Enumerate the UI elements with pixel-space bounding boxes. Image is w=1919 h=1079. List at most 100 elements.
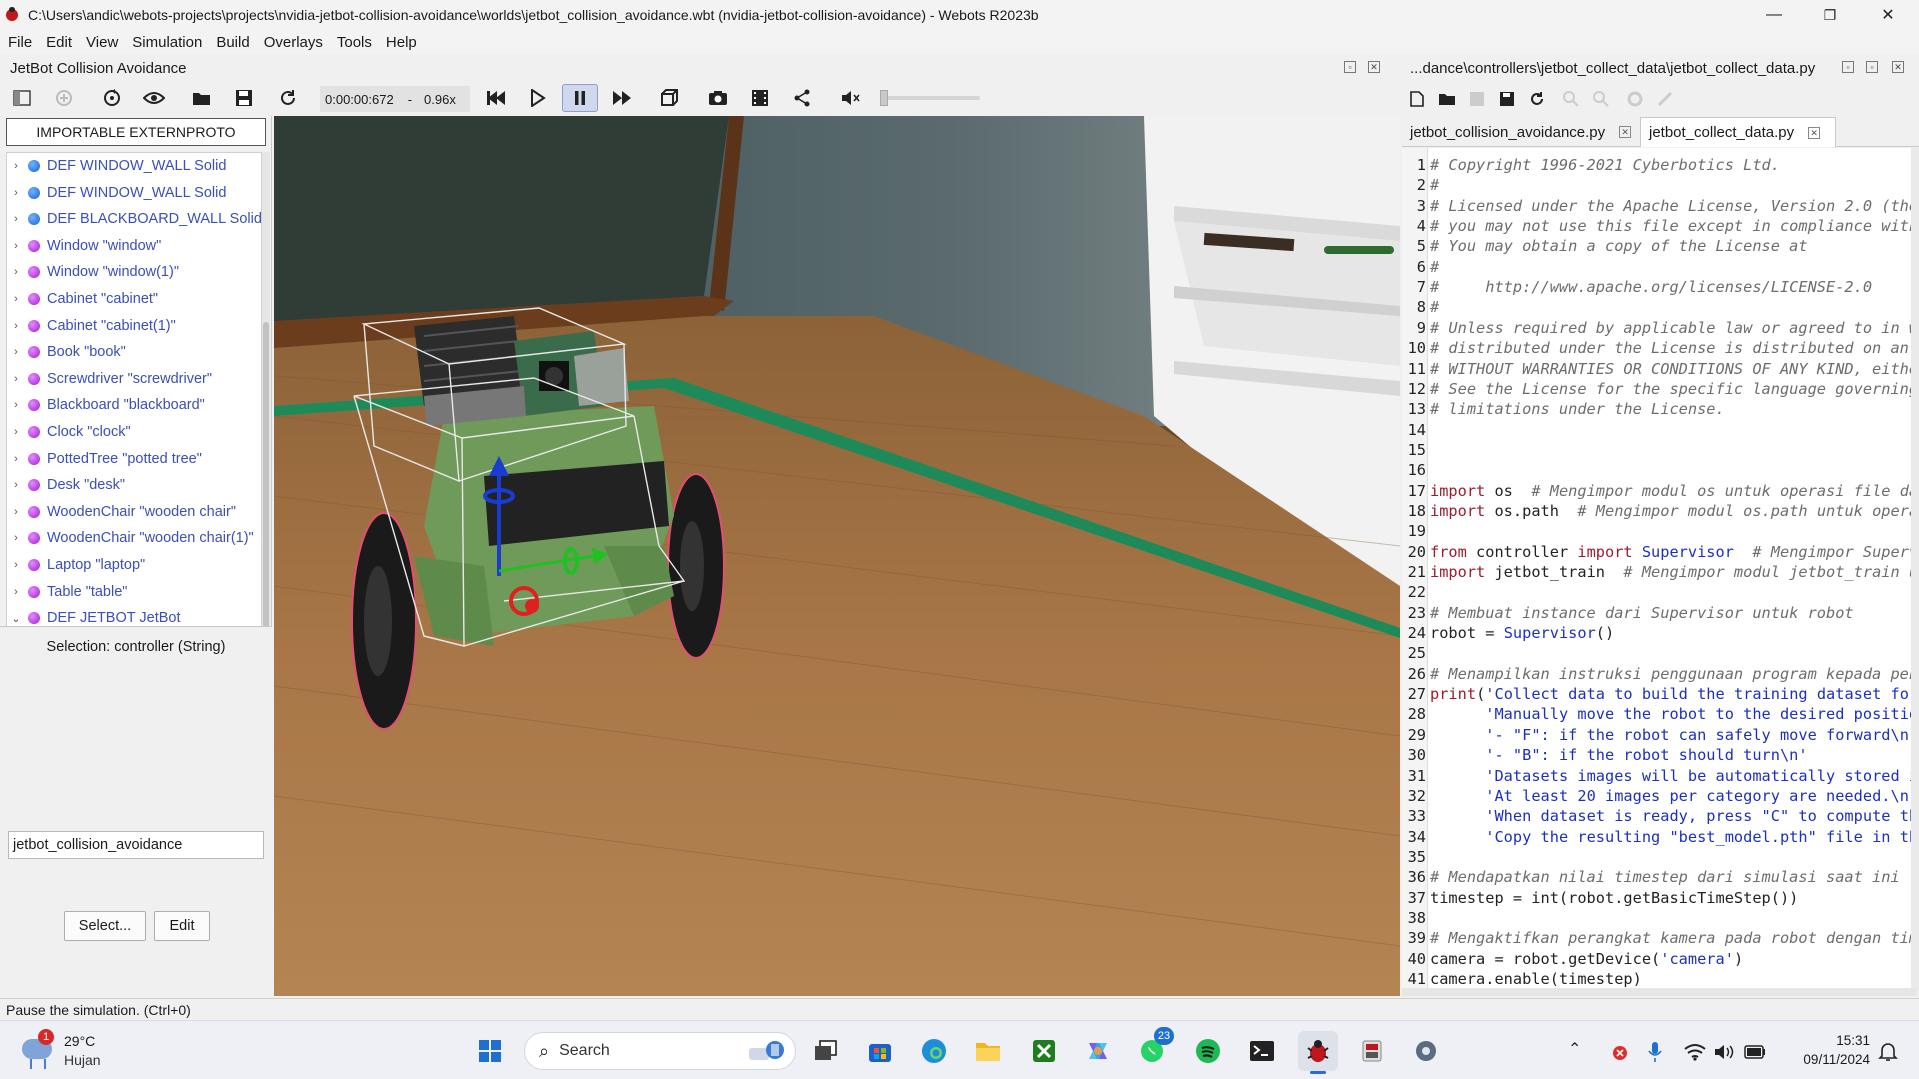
xbox-icon[interactable] [1024, 1031, 1064, 1071]
volume-slider-handle[interactable] [880, 90, 888, 106]
close-tab-icon[interactable]: ✕ [1808, 126, 1821, 139]
scene-tree-node[interactable]: › WoodenChair "wooden chair(1)" [7, 525, 261, 551]
code-editor[interactable]: 1 2 3 4 5 6 7 8 9 10 11 12 13 14 15 16 17 18 19 20 21 22 23 24 2… [1402, 148, 1917, 990]
scene-tree-node[interactable]: › DEF WINDOW_WALL Solid [7, 153, 261, 179]
scene-tree-node[interactable]: › Clock "clock" [7, 419, 261, 445]
replace-icon[interactable] [1588, 86, 1614, 112]
add-node-icon[interactable] [48, 84, 80, 112]
collapsed-chevron-icon[interactable]: › [9, 532, 23, 544]
collapsed-chevron-icon[interactable]: › [9, 559, 23, 571]
revert-icon[interactable] [1524, 86, 1550, 112]
reload-icon[interactable] [96, 84, 128, 112]
close-button[interactable]: ✕ [1860, 0, 1916, 30]
menu-build[interactable]: Build [209, 34, 256, 51]
terminal-icon[interactable] [1242, 1031, 1282, 1071]
volume-slider[interactable] [880, 90, 980, 106]
maximize-editor-icon[interactable]: ▫ [1866, 61, 1878, 73]
robot-app-icon[interactable] [1352, 1031, 1392, 1071]
3d-viewport[interactable] [274, 116, 1400, 996]
close-scene-icon[interactable]: ✕ [1368, 61, 1380, 73]
save-file-icon[interactable] [1464, 86, 1490, 112]
collapsed-chevron-icon[interactable]: › [9, 187, 23, 199]
show-hidden-icons-icon[interactable]: ⌃ [1568, 1039, 1581, 1059]
taskbar-search[interactable]: ⌕ Search [524, 1032, 796, 1070]
scene-tree-node[interactable]: › Blackboard "blackboard" [7, 392, 261, 418]
volume-icon[interactable] [834, 84, 866, 112]
collapsed-chevron-icon[interactable]: › [9, 479, 23, 491]
find-icon[interactable] [1558, 86, 1584, 112]
minimize-button[interactable]: — [1746, 0, 1802, 30]
system-clock[interactable]: 15:31 09/11/2024 [1790, 1031, 1870, 1069]
open-file-icon[interactable] [1434, 86, 1460, 112]
code-vertical-scrollbar[interactable] [1911, 148, 1919, 990]
fast-forward-icon[interactable] [606, 84, 638, 112]
build-icon[interactable] [1622, 86, 1648, 112]
collapsed-chevron-icon[interactable]: › [9, 240, 23, 252]
notification-dnd-icon[interactable] [1612, 1045, 1628, 1061]
scene-tree-node[interactable]: › Screwdriver "screwdriver" [7, 366, 261, 392]
copilot-icon[interactable] [1078, 1031, 1118, 1071]
importable-externproto-button[interactable]: IMPORTABLE EXTERNPROTO [6, 118, 266, 146]
play-icon[interactable] [522, 84, 554, 112]
scene-tree-node[interactable]: › WoodenChair "wooden chair" [7, 499, 261, 525]
scene-tree-node[interactable]: › Table "table" [7, 579, 261, 605]
scene-tree-node[interactable]: › Cabinet "cabinet(1)" [7, 313, 261, 339]
start-button[interactable] [470, 1031, 510, 1071]
tab-jetbot-collision-avoidance[interactable]: jetbot_collision_avoidance.py ✕ [1402, 117, 1638, 147]
scene-tree-node[interactable]: › DEF WINDOW_WALL Solid [7, 180, 261, 206]
menu-view[interactable]: View [79, 34, 125, 51]
edit-button[interactable]: Edit [154, 911, 210, 941]
scene-tree-node[interactable]: › Laptop "laptop" [7, 552, 261, 578]
collapsed-chevron-icon[interactable]: › [9, 266, 23, 278]
collapsed-chevron-icon[interactable]: › [9, 373, 23, 385]
close-tab-icon[interactable]: ✕ [1619, 126, 1632, 138]
save-as-icon[interactable] [1494, 86, 1520, 112]
collapsed-chevron-icon[interactable]: › [9, 293, 23, 305]
tree-toggle-icon[interactable] [6, 84, 38, 112]
speaker-icon[interactable] [1714, 1043, 1734, 1061]
collapsed-chevron-icon[interactable]: › [9, 453, 23, 465]
collapsed-chevron-icon[interactable]: › [9, 426, 23, 438]
share-icon[interactable] [786, 84, 818, 112]
close-editor-icon[interactable]: ✕ [1892, 61, 1904, 73]
webots-task-icon[interactable] [1298, 1031, 1338, 1074]
scene-tree-node[interactable]: › Book "book" [7, 339, 261, 365]
view-box-icon[interactable] [654, 84, 686, 112]
menu-overlays[interactable]: Overlays [257, 34, 330, 51]
open-world-icon[interactable] [186, 84, 218, 112]
collapsed-chevron-icon[interactable]: › [9, 160, 23, 172]
whatsapp-icon[interactable]: 23 [1132, 1027, 1174, 1071]
settings-icon[interactable] [1406, 1031, 1446, 1071]
float-scene-icon[interactable]: ▫ [1344, 61, 1356, 73]
battery-icon[interactable] [1744, 1045, 1766, 1059]
maximize-button[interactable]: ❐ [1802, 0, 1858, 30]
notification-bell-icon[interactable] [1878, 1041, 1898, 1063]
eye-icon[interactable] [138, 84, 170, 112]
collapsed-chevron-icon[interactable]: › [9, 213, 23, 225]
file-explorer-icon[interactable] [968, 1031, 1008, 1071]
scene-tree-node[interactable]: › Window "window(1)" [7, 259, 261, 285]
select-button[interactable]: Select... [64, 911, 146, 941]
wifi-icon[interactable] [1684, 1043, 1706, 1061]
float-editor-icon[interactable]: ▫ [1842, 61, 1854, 73]
microsoft-store-icon[interactable] [860, 1031, 900, 1071]
menu-edit[interactable]: Edit [39, 34, 79, 51]
spotify-icon[interactable] [1188, 1031, 1228, 1071]
menu-file[interactable]: File [0, 34, 39, 51]
collapsed-chevron-icon[interactable]: › [9, 346, 23, 358]
menu-help[interactable]: Help [379, 34, 424, 51]
scene-tree-node[interactable]: › DEF BLACKBOARD_WALL Solid [7, 206, 261, 232]
scene-tree-node[interactable]: › Desk "desk" [7, 472, 261, 498]
expanded-chevron-icon[interactable]: ⌄ [9, 612, 23, 625]
camera-icon[interactable] [702, 84, 734, 112]
movie-icon[interactable] [744, 84, 776, 112]
scene-tree-node[interactable]: › PottedTree "potted tree" [7, 446, 261, 472]
collapsed-chevron-icon[interactable]: › [9, 586, 23, 598]
menu-simulation[interactable]: Simulation [125, 34, 209, 51]
collapsed-chevron-icon[interactable]: › [9, 399, 23, 411]
microphone-icon[interactable] [1648, 1041, 1662, 1063]
code-horizontal-scrollbar[interactable] [1402, 988, 1917, 996]
scene-tree-node[interactable]: › Window "window" [7, 233, 261, 259]
step-back-icon[interactable] [480, 84, 512, 112]
collapsed-chevron-icon[interactable]: › [9, 506, 23, 518]
